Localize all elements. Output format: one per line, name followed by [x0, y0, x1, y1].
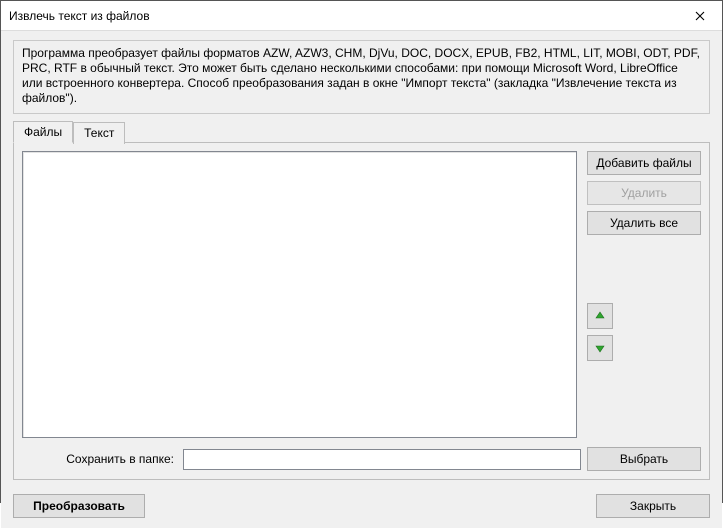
delete-label: Удалить	[621, 186, 667, 200]
tab-text[interactable]: Текст	[73, 122, 125, 144]
tab-files-label: Файлы	[24, 125, 62, 139]
description-box: Программа преобразует файлы форматов AZW…	[13, 40, 710, 114]
titlebar: Извлечь текст из файлов	[1, 1, 722, 31]
extract-text-dialog: Извлечь текст из файлов Программа преобр…	[0, 0, 723, 503]
description-text: Программа преобразует файлы форматов AZW…	[22, 46, 700, 105]
save-folder-input[interactable]	[183, 449, 581, 470]
tab-text-label: Текст	[84, 126, 114, 140]
tab-files[interactable]: Файлы	[13, 121, 73, 143]
window-title: Извлечь текст из файлов	[1, 9, 678, 23]
convert-button[interactable]: Преобразовать	[13, 494, 145, 518]
save-folder-label: Сохранить в папке:	[22, 452, 177, 466]
move-up-button[interactable]	[587, 303, 613, 329]
choose-folder-button[interactable]: Выбрать	[587, 447, 701, 471]
choose-folder-label: Выбрать	[620, 452, 668, 466]
tabs-header: Файлы Текст	[13, 120, 710, 142]
close-icon[interactable]	[678, 1, 722, 31]
arrow-up-icon	[595, 311, 605, 321]
add-files-label: Добавить файлы	[596, 156, 691, 170]
dialog-body: Программа преобразует файлы форматов AZW…	[1, 31, 722, 528]
save-row: Сохранить в папке: Выбрать	[22, 447, 701, 471]
delete-button[interactable]: Удалить	[587, 181, 701, 205]
close-label: Закрыть	[630, 499, 676, 513]
tab-panel-files: Добавить файлы Удалить Удалить все	[13, 142, 710, 480]
move-down-button[interactable]	[587, 335, 613, 361]
delete-all-label: Удалить все	[610, 216, 678, 230]
convert-label: Преобразовать	[33, 499, 125, 513]
close-button[interactable]: Закрыть	[596, 494, 710, 518]
arrow-down-icon	[595, 343, 605, 353]
delete-all-button[interactable]: Удалить все	[587, 211, 701, 235]
bottom-row: Преобразовать Закрыть	[13, 494, 710, 518]
add-files-button[interactable]: Добавить файлы	[587, 151, 701, 175]
tabs-area: Файлы Текст Добавить файлы Удалить	[13, 120, 710, 480]
side-buttons: Добавить файлы Удалить Удалить все	[587, 151, 701, 438]
file-list[interactable]	[22, 151, 577, 438]
